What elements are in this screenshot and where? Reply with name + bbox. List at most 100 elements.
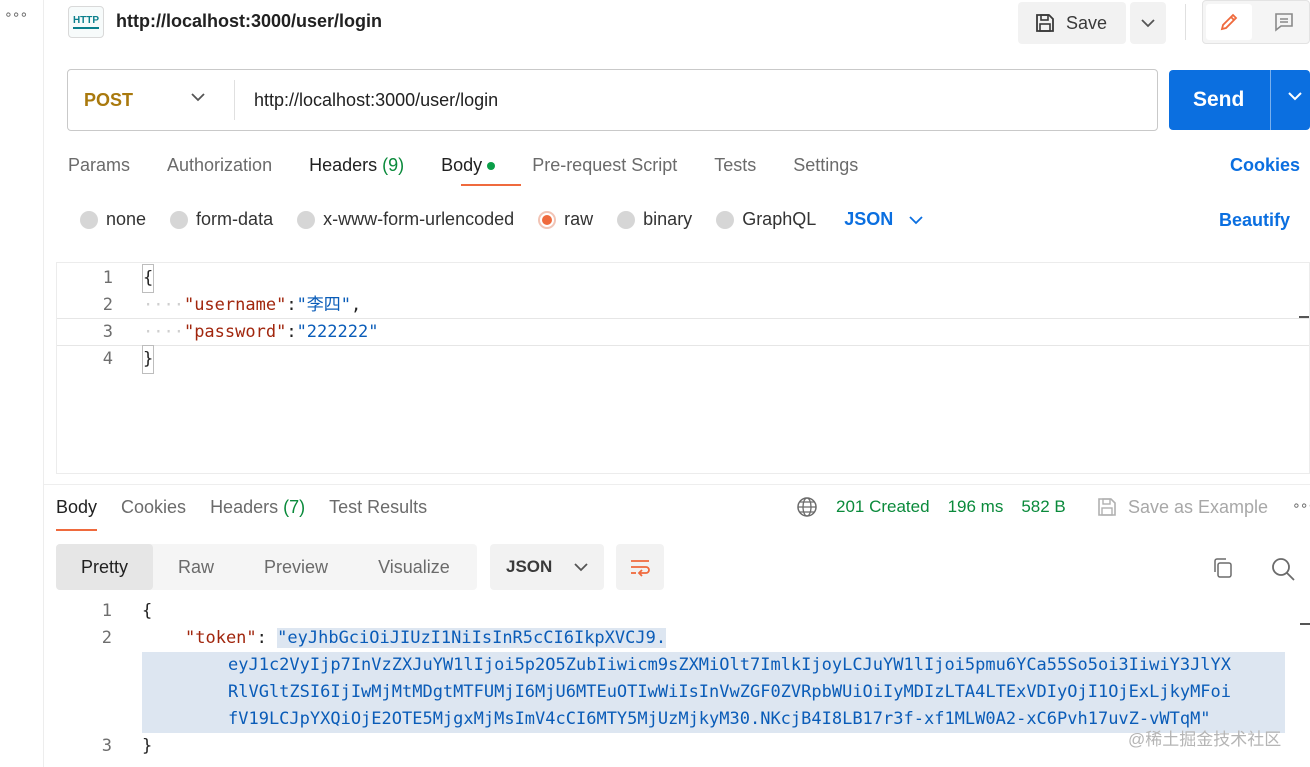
radio-checked-icon	[538, 210, 557, 229]
tab-visualize[interactable]: Visualize	[353, 544, 475, 590]
divider	[234, 80, 235, 120]
status-code[interactable]: 201 Created	[836, 497, 930, 517]
tab-test-results[interactable]: Test Results	[329, 497, 427, 531]
tab-params[interactable]: Params	[68, 155, 130, 179]
search-icon[interactable]	[1270, 556, 1296, 582]
line-number: 3	[102, 322, 113, 342]
radio-form-data[interactable]: form-data	[170, 209, 273, 230]
send-button[interactable]: Send	[1169, 70, 1310, 130]
tab-body-label: Body	[441, 155, 483, 175]
code-text: }	[141, 345, 155, 374]
chevron-down-icon	[1141, 19, 1155, 28]
line-number: 4	[102, 349, 113, 369]
url-bar: POST http://localhost:3000/user/login	[67, 69, 1158, 131]
chevron-down-icon[interactable]	[1287, 90, 1303, 102]
response-size[interactable]: 582 B	[1021, 497, 1065, 517]
tab-response-cookies[interactable]: Cookies	[121, 497, 186, 531]
tab-headers[interactable]: Headers (9)	[309, 155, 404, 179]
tab-authorization[interactable]: Authorization	[167, 155, 272, 179]
response-line: eyJ1c2VyIjp7InVzZXJuYW1lIjoi5p2O5ZubIiwi…	[56, 652, 1310, 679]
tab-tests[interactable]: Tests	[714, 155, 756, 179]
cookies-link[interactable]: Cookies	[1230, 155, 1300, 176]
json-value-continuation: eyJ1c2VyIjp7InVzZXJuYW1lIjoi5p2O5ZubIiwi…	[228, 655, 1232, 675]
wrap-lines-icon	[631, 560, 650, 577]
radio-icon	[617, 210, 636, 229]
more-options-icon[interactable]: ∘∘∘	[1292, 497, 1310, 514]
response-line: 1 {	[56, 598, 1310, 625]
save-button[interactable]: Save	[1018, 2, 1126, 44]
response-time[interactable]: 196 ms	[948, 497, 1004, 517]
json-value-continuation: RlVGltZSI6IjIwMjMtMDgtMTFUMjI6MjU6MTEuOT…	[228, 682, 1232, 702]
edit-button[interactable]	[1206, 4, 1252, 40]
radio-icon	[297, 210, 316, 229]
globe-icon[interactable]	[796, 496, 818, 518]
tab-raw[interactable]: Raw	[153, 544, 239, 590]
view-mode-toggle	[1202, 0, 1310, 44]
json-key: "token"	[185, 628, 257, 648]
json-colon: :	[286, 295, 297, 315]
response-line: fV19LCJpYXQiOjE2OTE5MjgxMjMsImV4cCI6MTY5…	[56, 706, 1310, 733]
response-headers-count: (7)	[283, 497, 306, 517]
divider	[1270, 70, 1271, 130]
more-options-icon[interactable]: ∘∘∘	[4, 6, 28, 23]
radio-urlencoded[interactable]: x-www-form-urlencoded	[297, 209, 514, 230]
headers-count: (9)	[382, 155, 405, 175]
editor-line: 4 }	[57, 345, 1309, 374]
comment-icon	[1275, 13, 1293, 32]
method-select[interactable]: POST	[84, 90, 133, 111]
json-comma: ,	[351, 295, 362, 315]
radio-label: raw	[564, 209, 594, 229]
request-title[interactable]: http://localhost:3000/user/login	[116, 11, 382, 32]
chevron-down-icon	[909, 215, 923, 224]
tab-preview[interactable]: Preview	[239, 544, 353, 590]
json-value: "222222"	[296, 322, 379, 342]
tab-body[interactable]: Body	[441, 155, 496, 179]
tab-response-body[interactable]: Body	[56, 497, 98, 531]
body-format-label: JSON	[844, 209, 894, 229]
json-value: "李四"	[296, 295, 352, 315]
response-format-select[interactable]: JSON	[490, 544, 604, 590]
tab-headers-label: Headers	[309, 155, 378, 175]
code-text: {	[142, 601, 153, 621]
body-indicator-dot	[487, 162, 496, 171]
scrollbar-marker	[1299, 316, 1309, 318]
save-as-example-button[interactable]: Save as Example	[1096, 496, 1268, 518]
response-line: 2 "token": "eyJhbGciOiJIUzI1NiIsInR5cCI6…	[56, 625, 1310, 652]
radio-label: binary	[643, 209, 693, 229]
radio-raw[interactable]: raw	[538, 209, 593, 230]
tab-pre-request-script[interactable]: Pre-request Script	[532, 155, 677, 179]
body-format-select[interactable]: JSON	[844, 209, 923, 230]
radio-none[interactable]: none	[80, 209, 146, 230]
chevron-down-icon[interactable]	[190, 91, 206, 103]
tab-settings[interactable]: Settings	[793, 155, 858, 179]
http-request-icon: HTTP	[68, 6, 104, 38]
active-tab-underline	[461, 184, 521, 186]
beautify-button[interactable]: Beautify	[1219, 210, 1290, 231]
section-divider	[44, 484, 1310, 485]
radio-label: x-www-form-urlencoded	[323, 209, 515, 229]
response-line: RlVGltZSI6IjIwMjMtMDgtMTFUMjI6MjU6MTEuOT…	[56, 679, 1310, 706]
word-wrap-button[interactable]	[616, 544, 664, 590]
save-options-button[interactable]	[1130, 2, 1166, 44]
url-input[interactable]: http://localhost:3000/user/login	[254, 90, 498, 111]
save-label: Save	[1066, 12, 1108, 33]
response-body-viewer[interactable]: 1 { 2 "token": "eyJhbGciOiJIUzI1NiIsInR5…	[56, 597, 1310, 767]
radio-icon	[716, 210, 735, 229]
line-number: 2	[101, 628, 112, 648]
code-text: {	[141, 264, 155, 293]
code-text: "token": "eyJhbGciOiJIUzI1NiIsInR5cCI6Ik…	[185, 625, 667, 652]
line-number: 1	[101, 601, 112, 621]
copy-icon[interactable]	[1211, 556, 1235, 580]
line-number: 3	[101, 736, 112, 756]
comments-button[interactable]	[1261, 4, 1307, 40]
response-tabs: Body Cookies Headers (7) Test Results	[56, 497, 451, 531]
save-icon	[1036, 14, 1054, 32]
request-body-editor[interactable]: 1 { 2 ····"username":"李四", 3 ····"passwo…	[56, 262, 1310, 474]
tab-pretty[interactable]: Pretty	[56, 544, 154, 590]
radio-graphql[interactable]: GraphQL	[716, 209, 816, 230]
chevron-down-icon	[574, 563, 588, 572]
tab-response-headers[interactable]: Headers (7)	[210, 497, 305, 531]
radio-binary[interactable]: binary	[617, 209, 692, 230]
radio-label: GraphQL	[742, 209, 817, 229]
response-format-label: JSON	[506, 557, 553, 576]
